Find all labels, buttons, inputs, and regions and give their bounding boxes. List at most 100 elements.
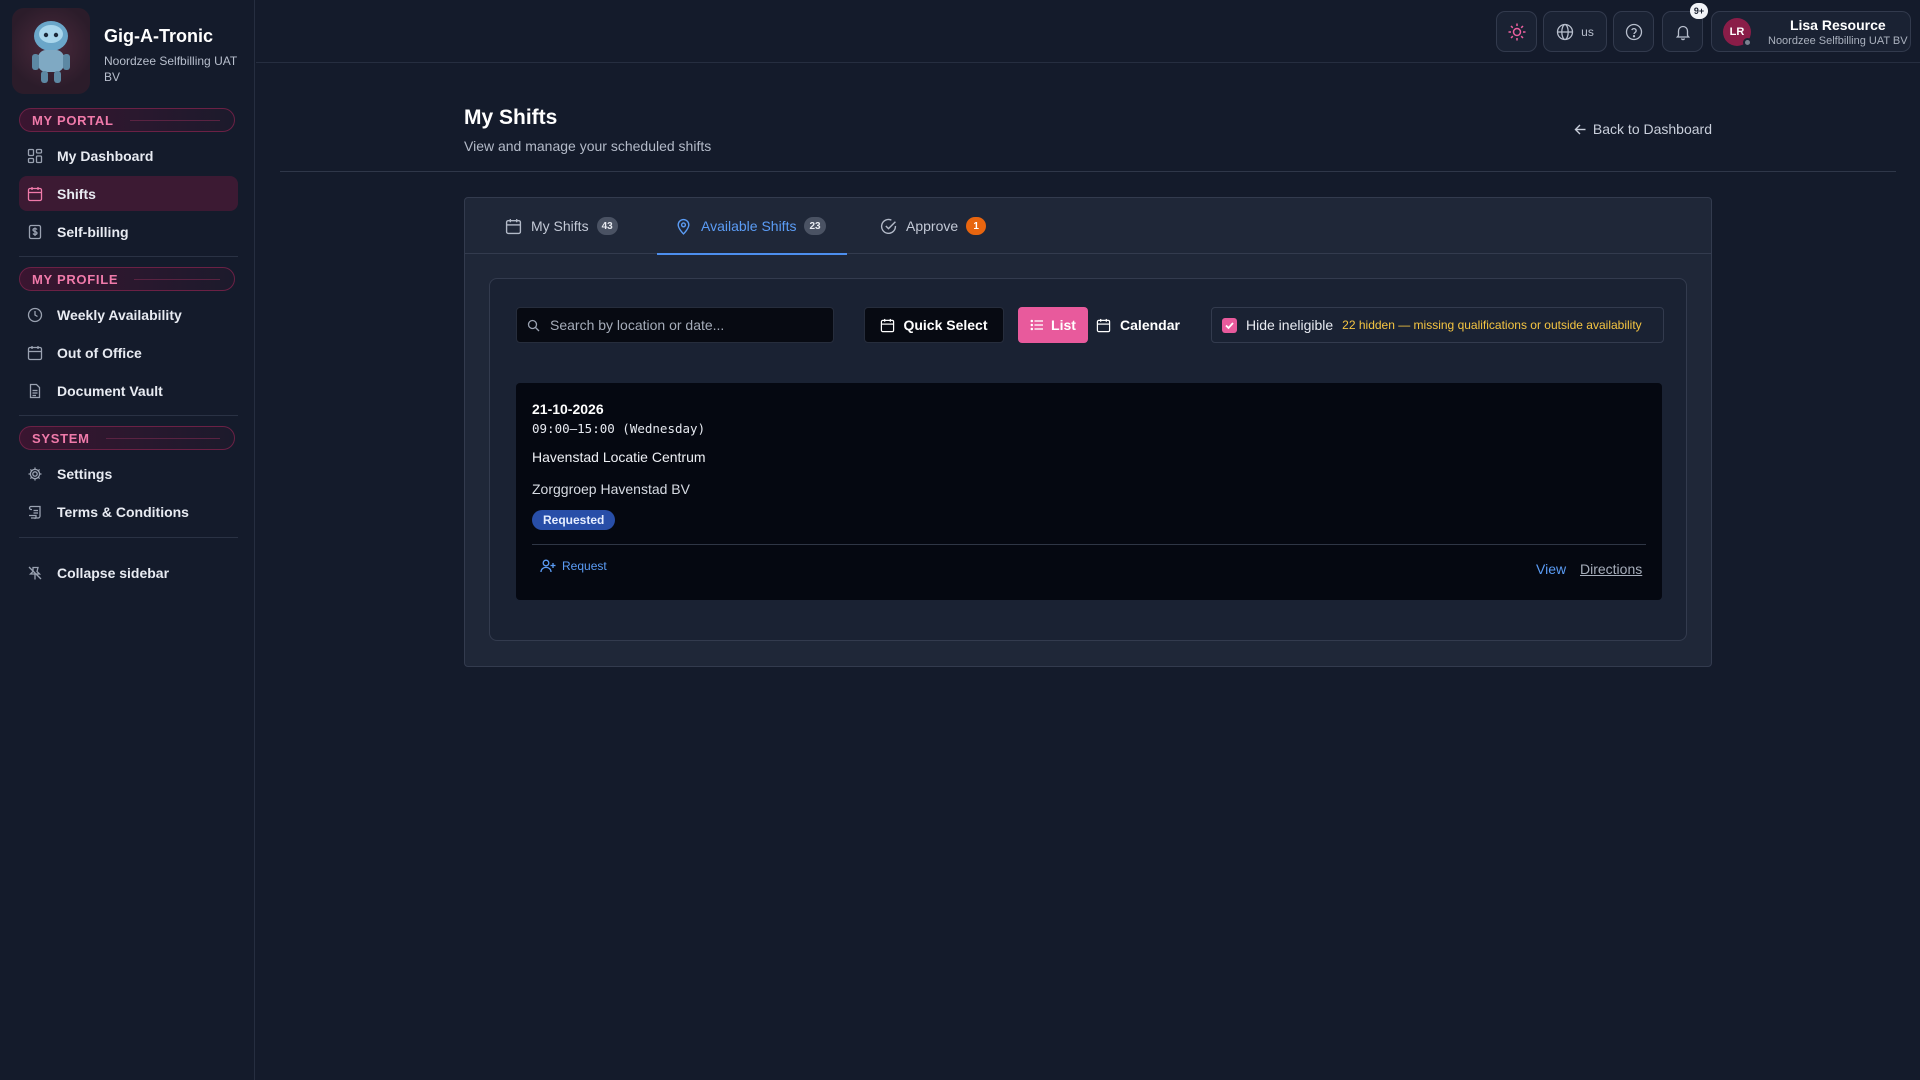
checkmark-icon <box>1224 320 1235 331</box>
calendar-icon <box>23 182 47 206</box>
quick-select-label: Quick Select <box>903 317 988 333</box>
request-label: Request <box>562 559 607 573</box>
section-label: SYSTEM <box>32 430 90 446</box>
globe-icon <box>1556 23 1574 41</box>
sun-icon <box>1507 22 1527 42</box>
arrow-left-icon <box>1574 123 1587 136</box>
tab-label: Available Shifts <box>701 218 797 234</box>
tab-approve[interactable]: Approve 1 <box>880 198 987 254</box>
tab-my-shifts[interactable]: My Shifts 43 <box>505 198 618 254</box>
search-box <box>516 307 834 343</box>
dashboard-grid-icon <box>23 144 47 168</box>
section-label: MY PORTAL <box>32 112 114 128</box>
tab-label: My Shifts <box>531 218 589 234</box>
sidebar-item-label: Out of Office <box>57 344 142 361</box>
section-label: MY PROFILE <box>32 271 119 287</box>
sidebar-divider <box>19 415 238 416</box>
hide-ineligible-filter: Hide ineligible 22 hidden — missing qual… <box>1211 307 1664 343</box>
sidebar-item-terms[interactable]: Terms & Conditions <box>19 494 238 529</box>
section-my-profile: MY PROFILE <box>19 267 235 291</box>
sidebar-item-self-billing[interactable]: Self-billing <box>19 214 238 249</box>
collapse-pin-icon <box>23 561 47 585</box>
sidebar-divider <box>19 256 238 257</box>
request-button[interactable]: Request <box>540 559 607 573</box>
avatar: LR <box>1723 17 1752 47</box>
language-code: us <box>1581 24 1594 39</box>
shifts-panel: My Shifts 43 Available Shifts 23 Approve… <box>464 197 1712 667</box>
calendar-icon <box>23 341 47 365</box>
quick-select-button[interactable]: Quick Select <box>864 307 1004 343</box>
section-system: SYSTEM <box>19 426 235 450</box>
back-to-dashboard-link[interactable]: Back to Dashboard <box>1574 121 1712 137</box>
calendar-icon <box>505 218 522 235</box>
view-link[interactable]: View <box>1536 561 1566 577</box>
section-my-portal: MY PORTAL <box>19 108 235 132</box>
help-circle-icon <box>1625 23 1643 41</box>
sidebar-item-label: My Dashboard <box>57 147 154 164</box>
search-icon <box>527 319 540 332</box>
avatar-initials: LR <box>1729 25 1745 38</box>
sidebar-item-out-of-office[interactable]: Out of Office <box>19 335 238 370</box>
shifts-content: Quick Select List Calendar <box>489 278 1687 641</box>
tab-count: 23 <box>804 217 826 235</box>
list-view-button[interactable]: List <box>1018 307 1088 343</box>
theme-toggle-button[interactable] <box>1496 11 1537 52</box>
notifications-button[interactable]: 9+ <box>1662 3 1708 52</box>
brand-name: Gig-A-Tronic <box>104 26 213 46</box>
shift-card: 21-10-2026 09:00–15:00 (Wednesday) Haven… <box>516 383 1662 600</box>
dollar-document-icon <box>23 220 47 244</box>
sidebar-item-document-vault[interactable]: Document Vault <box>19 373 238 408</box>
list-view-label: List <box>1051 317 1076 333</box>
sidebar-item-label: Shifts <box>57 185 96 202</box>
page-title: My Shifts <box>464 106 558 129</box>
calendar-view-button[interactable]: Calendar <box>1088 307 1188 343</box>
check-circle-icon <box>880 218 897 235</box>
scroll-icon <box>23 500 47 524</box>
header-divider <box>280 171 1896 172</box>
sidebar-item-label: Settings <box>57 465 113 482</box>
bell-icon <box>1674 23 1692 41</box>
brand-logo[interactable] <box>12 8 90 94</box>
notifications-badge: 9+ <box>1690 3 1708 19</box>
sidebar-item-label: Weekly Availability <box>57 306 182 323</box>
collapse-sidebar-label: Collapse sidebar <box>57 564 170 581</box>
language-selector[interactable]: us <box>1543 11 1607 52</box>
calendar-icon <box>1096 318 1111 333</box>
calendar-view-label: Calendar <box>1120 317 1180 333</box>
status-badge: Requested <box>532 510 616 530</box>
list-icon <box>1030 318 1044 332</box>
search-input[interactable] <box>550 317 833 333</box>
hide-ineligible-checkbox[interactable] <box>1222 317 1237 333</box>
help-button[interactable] <box>1613 11 1654 52</box>
sidebar-item-label: Terms & Conditions <box>57 503 189 520</box>
shift-organization: Zorggroep Havenstad BV <box>532 481 690 497</box>
hide-ineligible-label: Hide ineligible <box>1246 317 1334 333</box>
shift-time: 09:00–15:00 (Wednesday) <box>532 421 706 436</box>
tab-available-shifts[interactable]: Available Shifts 23 <box>657 198 847 255</box>
sidebar-item-shifts[interactable]: Shifts <box>19 176 238 211</box>
hidden-count-note: 22 hidden — missing qualifications or ou… <box>1342 318 1642 332</box>
sidebar-item-my-dashboard[interactable]: My Dashboard <box>19 138 238 173</box>
shift-date: 21-10-2026 <box>532 401 604 417</box>
directions-link[interactable]: Directions <box>1580 561 1642 577</box>
sidebar-item-label: Document Vault <box>57 382 163 399</box>
tab-bar: My Shifts 43 Available Shifts 23 Approve… <box>465 198 1711 255</box>
back-to-dashboard-label: Back to Dashboard <box>1592 121 1712 137</box>
tab-count: 43 <box>596 217 618 235</box>
sidebar: Gig-A-Tronic Noordzee Selfbilling UAT BV… <box>0 0 255 1080</box>
user-menu-button[interactable]: LR Lisa Resource Noordzee Selfbilling UA… <box>1711 11 1911 52</box>
brand: Gig-A-Tronic Noordzee Selfbilling UAT BV <box>12 8 244 94</box>
user-plus-icon <box>540 559 556 573</box>
sidebar-item-settings[interactable]: Settings <box>19 456 238 491</box>
collapse-sidebar-button[interactable]: Collapse sidebar <box>19 555 238 590</box>
topbar: us 9+ LR Lisa Resource Noordzee Selfbill… <box>256 0 1920 63</box>
brand-company: Noordzee Selfbilling UAT BV <box>104 54 237 84</box>
sidebar-item-label: Self-billing <box>57 223 129 240</box>
clock-icon <box>23 303 47 327</box>
sidebar-divider <box>19 537 238 538</box>
card-divider <box>532 544 1646 545</box>
shift-location: Havenstad Locatie Centrum <box>532 449 706 465</box>
tab-label: Approve <box>906 218 959 234</box>
sidebar-item-weekly-availability[interactable]: Weekly Availability <box>19 297 238 332</box>
presence-dot <box>1743 37 1752 47</box>
